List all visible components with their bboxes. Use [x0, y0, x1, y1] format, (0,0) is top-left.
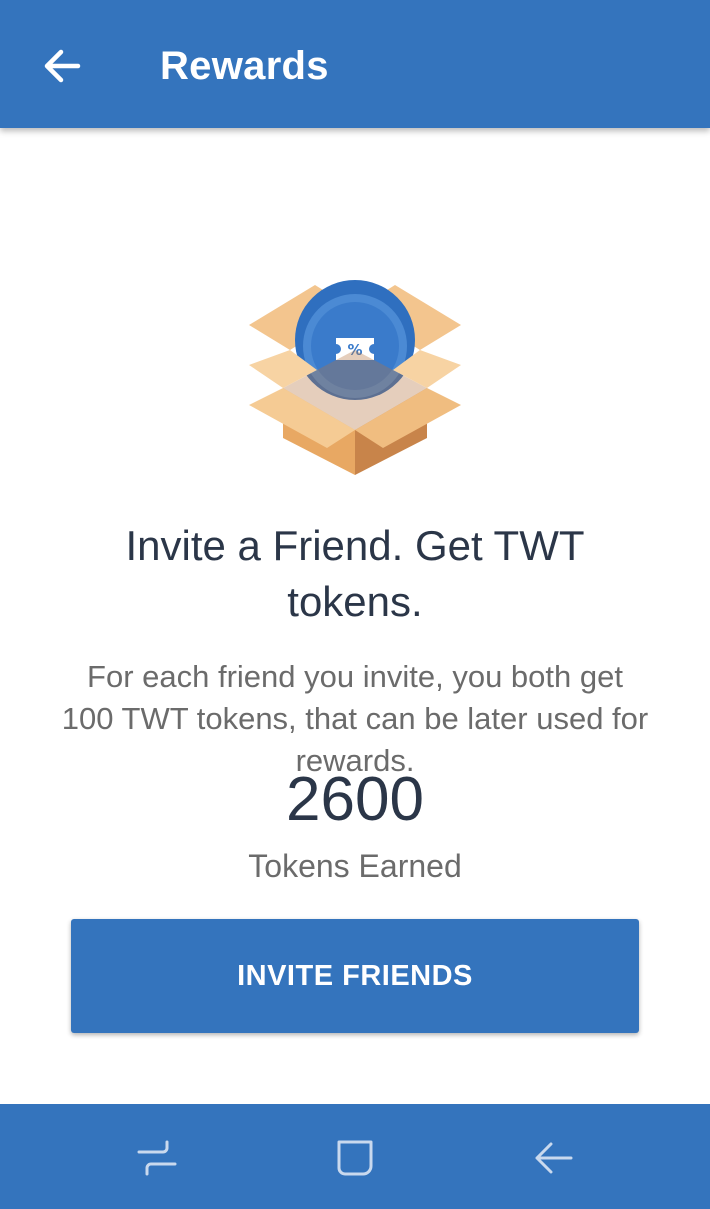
- token-count-label: Tokens Earned: [248, 848, 462, 884]
- system-nav-bar: [0, 1104, 710, 1209]
- app-bar: Rewards: [0, 0, 710, 128]
- home-icon: [337, 1140, 373, 1176]
- invite-friends-button[interactable]: INVITE FRIENDS: [71, 919, 639, 1033]
- token-count: 2600: [286, 765, 424, 834]
- arrow-left-icon: [44, 49, 81, 83]
- home-button[interactable]: [325, 1128, 385, 1188]
- promo-headline: Invite a Friend. Get TWT tokens.: [125, 522, 585, 625]
- page-title: Rewards: [160, 44, 329, 88]
- back-button[interactable]: [30, 34, 94, 98]
- recents-button[interactable]: [127, 1128, 187, 1188]
- back-icon: [535, 1142, 573, 1174]
- recents-icon: [137, 1140, 177, 1176]
- gift-box-coupon-icon: %: [235, 270, 475, 490]
- system-back-button[interactable]: [523, 1128, 583, 1188]
